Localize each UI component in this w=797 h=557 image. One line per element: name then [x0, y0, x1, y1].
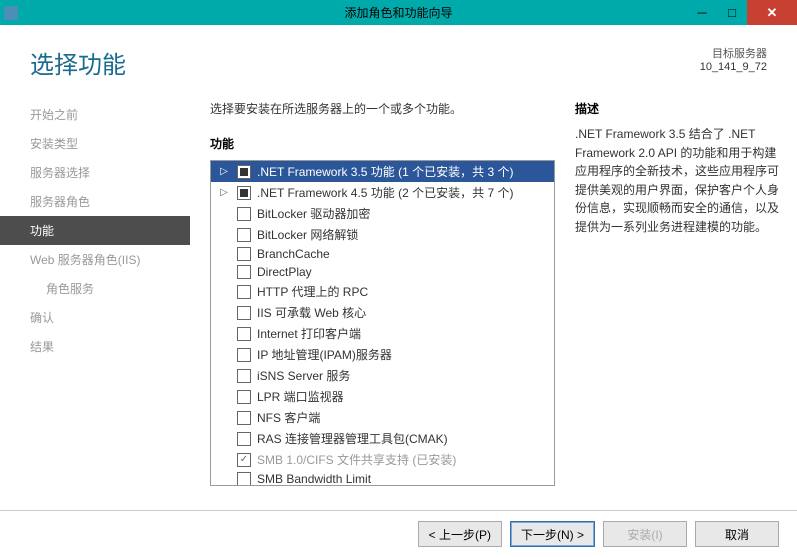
- feature-item[interactable]: BitLocker 网络解锁: [211, 224, 554, 245]
- feature-checkbox[interactable]: [237, 207, 251, 221]
- feature-checkbox[interactable]: [237, 411, 251, 425]
- feature-checkbox[interactable]: [237, 348, 251, 362]
- feature-item[interactable]: SMB Bandwidth Limit: [211, 470, 554, 486]
- feature-checkbox[interactable]: [237, 327, 251, 341]
- target-server-info: 目标服务器 10_141_9_72: [700, 45, 767, 73]
- target-server-label: 目标服务器: [700, 45, 767, 61]
- feature-label: HTTP 代理上的 RPC: [257, 283, 368, 300]
- feature-label: BitLocker 驱动器加密: [257, 205, 370, 222]
- feature-checkbox[interactable]: [237, 165, 251, 179]
- sidebar-item-0[interactable]: 开始之前: [0, 100, 190, 129]
- maximize-button[interactable]: □: [717, 0, 747, 25]
- cancel-button[interactable]: 取消: [695, 521, 779, 547]
- feature-item[interactable]: IIS 可承载 Web 核心: [211, 302, 554, 323]
- feature-checkbox[interactable]: [237, 228, 251, 242]
- feature-item[interactable]: ▷ .NET Framework 3.5 功能 (1 个已安装，共 3 个): [211, 161, 554, 182]
- feature-checkbox: [237, 453, 251, 467]
- feature-item[interactable]: ▷ .NET Framework 4.5 功能 (2 个已安装，共 7 个): [211, 182, 554, 203]
- window-title: 添加角色和功能向导: [344, 4, 452, 21]
- features-listbox[interactable]: ▷ .NET Framework 3.5 功能 (1 个已安装，共 3 个) ▷ .N…: [210, 160, 555, 486]
- description-text: .NET Framework 3.5 结合了 .NET Framework 2.…: [575, 125, 785, 237]
- feature-label: NFS 客户端: [257, 409, 320, 426]
- feature-item[interactable]: RAS 连接管理器管理工具包(CMAK): [211, 428, 554, 449]
- feature-item[interactable]: LPR 端口监视器: [211, 386, 554, 407]
- page-title: 选择功能: [30, 45, 126, 80]
- feature-checkbox[interactable]: [237, 285, 251, 299]
- minimize-button[interactable]: ─: [687, 0, 717, 25]
- expander-icon[interactable]: ▷: [217, 186, 231, 200]
- feature-item[interactable]: NFS 客户端: [211, 407, 554, 428]
- sidebar-item-7[interactable]: 确认: [0, 303, 190, 332]
- prev-button[interactable]: < 上一步(P): [418, 521, 502, 547]
- sidebar-item-1[interactable]: 安装类型: [0, 129, 190, 158]
- feature-checkbox[interactable]: [237, 390, 251, 404]
- feature-checkbox[interactable]: [237, 186, 251, 200]
- sidebar-item-2[interactable]: 服务器选择: [0, 158, 190, 187]
- sidebar-item-3[interactable]: 服务器角色: [0, 187, 190, 216]
- sidebar-item-4[interactable]: 功能: [0, 216, 190, 245]
- feature-label: .NET Framework 3.5 功能 (1 个已安装，共 3 个): [257, 163, 513, 180]
- feature-checkbox[interactable]: [237, 369, 251, 383]
- feature-checkbox[interactable]: [237, 306, 251, 320]
- feature-label: SMB 1.0/CIFS 文件共享支持 (已安装): [257, 451, 456, 468]
- feature-label: RAS 连接管理器管理工具包(CMAK): [257, 430, 448, 447]
- sidebar-item-8[interactable]: 结果: [0, 332, 190, 361]
- features-section-label: 功能: [210, 135, 555, 152]
- install-button[interactable]: 安装(I): [603, 521, 687, 547]
- feature-label: .NET Framework 4.5 功能 (2 个已安装，共 7 个): [257, 184, 513, 201]
- feature-label: Internet 打印客户端: [257, 325, 361, 342]
- feature-checkbox[interactable]: [237, 472, 251, 486]
- sidebar-item-5[interactable]: Web 服务器角色(IIS): [0, 245, 190, 274]
- description-label: 描述: [575, 100, 785, 117]
- next-button[interactable]: 下一步(N) >: [510, 521, 595, 547]
- button-bar: < 上一步(P) 下一步(N) > 安装(I) 取消: [0, 510, 797, 557]
- feature-item[interactable]: BranchCache: [211, 245, 554, 263]
- feature-checkbox[interactable]: [237, 432, 251, 446]
- feature-item[interactable]: Internet 打印客户端: [211, 323, 554, 344]
- feature-item[interactable]: SMB 1.0/CIFS 文件共享支持 (已安装): [211, 449, 554, 470]
- feature-item[interactable]: iSNS Server 服务: [211, 365, 554, 386]
- close-button[interactable]: ✕: [747, 0, 797, 25]
- feature-label: BitLocker 网络解锁: [257, 226, 358, 243]
- app-icon: [4, 6, 18, 20]
- feature-label: BranchCache: [257, 247, 330, 261]
- feature-checkbox[interactable]: [237, 247, 251, 261]
- feature-item[interactable]: HTTP 代理上的 RPC: [211, 281, 554, 302]
- titlebar: 添加角色和功能向导 ─ □ ✕: [0, 0, 797, 25]
- feature-label: LPR 端口监视器: [257, 388, 344, 405]
- feature-label: IIS 可承载 Web 核心: [257, 304, 366, 321]
- feature-label: IP 地址管理(IPAM)服务器: [257, 346, 392, 363]
- feature-label: DirectPlay: [257, 265, 312, 279]
- feature-item[interactable]: BitLocker 驱动器加密: [211, 203, 554, 224]
- target-server-value: 10_141_9_72: [700, 61, 767, 73]
- wizard-sidebar: 开始之前安装类型服务器选择服务器角色功能Web 服务器角色(IIS)角色服务确认…: [0, 88, 190, 510]
- feature-label: SMB Bandwidth Limit: [257, 472, 371, 486]
- instruction-text: 选择要安装在所选服务器上的一个或多个功能。: [210, 100, 555, 117]
- feature-checkbox[interactable]: [237, 265, 251, 279]
- feature-item[interactable]: DirectPlay: [211, 263, 554, 281]
- feature-label: iSNS Server 服务: [257, 367, 350, 384]
- feature-item[interactable]: IP 地址管理(IPAM)服务器: [211, 344, 554, 365]
- expander-icon[interactable]: ▷: [217, 165, 231, 179]
- sidebar-item-6[interactable]: 角色服务: [0, 274, 190, 303]
